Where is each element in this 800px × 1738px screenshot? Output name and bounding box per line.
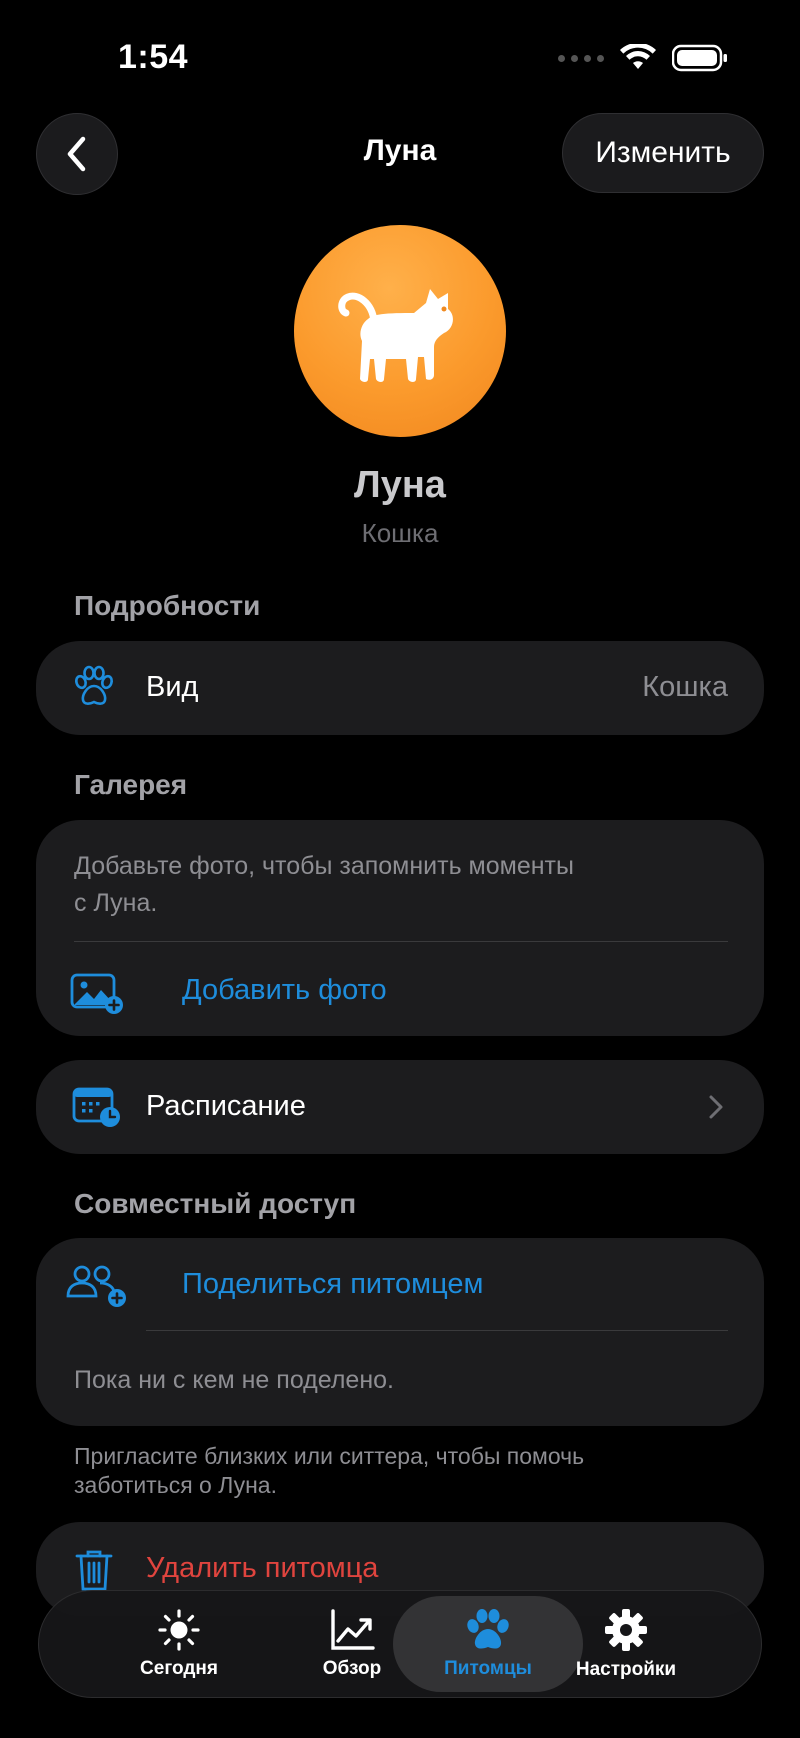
edit-button[interactable]: Изменить <box>562 113 764 193</box>
details-heading: Подробности <box>74 590 261 621</box>
delete-pet-label: Удалить питомца <box>146 1552 379 1584</box>
divider <box>146 1330 728 1331</box>
share-pet-label: Поделиться питомцем <box>182 1268 484 1300</box>
status-icons <box>558 44 728 72</box>
schedule-label: Расписание <box>146 1090 306 1122</box>
pet-avatar <box>294 225 506 437</box>
sharing-heading: Совместный доступ <box>74 1188 357 1219</box>
tab-label: Сегодня <box>140 1658 218 1679</box>
status-time: 1:54 <box>118 38 189 76</box>
species-label: Вид <box>146 671 199 703</box>
wifi-icon <box>620 44 656 69</box>
tab-bar: Сегодня Обзор Питомцы Настройки <box>38 1590 762 1698</box>
cat-icon <box>338 289 453 382</box>
species-value: Кошка <box>642 671 728 703</box>
pet-name: Луна <box>354 464 446 506</box>
add-photo-button[interactable]: Добавить фото <box>70 968 470 1018</box>
add-photo-icon <box>70 973 123 1014</box>
tab-label: Настройки <box>575 1659 677 1680</box>
sharing-card: Поделиться питомцем Пока ни с кем не под… <box>36 1238 764 1426</box>
tab-settings[interactable]: Настройки <box>526 1591 726 1697</box>
sun-icon <box>158 1609 200 1651</box>
tab-label: Обзор <box>322 1658 382 1679</box>
battery-icon <box>672 44 727 72</box>
tab-label: Питомцы <box>444 1658 532 1679</box>
pet-species-subtitle: Кошка <box>361 518 439 548</box>
sharing-empty-text: Пока ни с кем не поделено. <box>74 1366 394 1394</box>
share-people-icon <box>66 1265 126 1307</box>
paw-icon <box>74 665 114 705</box>
add-photo-label: Добавить фото <box>182 974 387 1006</box>
calendar-clock-icon <box>72 1087 120 1127</box>
trash-icon <box>75 1550 113 1591</box>
signal-icon <box>558 54 604 62</box>
gallery-heading: Галерея <box>74 769 188 800</box>
species-row: Вид Кошка <box>36 641 764 735</box>
tab-today[interactable]: Сегодня <box>94 1591 264 1697</box>
gear-icon <box>605 1609 647 1651</box>
paw-icon <box>467 1609 509 1649</box>
share-pet-button[interactable]: Поделиться питомцем <box>64 1258 524 1314</box>
gallery-hint: Добавьте фото, чтобы запомнить моменты с… <box>74 852 574 917</box>
chevron-right-icon <box>709 1095 723 1119</box>
sharing-note: Пригласите близких или ситтера, чтобы по… <box>74 1443 585 1498</box>
gallery-card: Добавьте фото, чтобы запомнить моменты с… <box>36 820 764 1036</box>
divider <box>74 941 728 942</box>
chart-icon <box>331 1609 375 1650</box>
schedule-row[interactable]: Расписание <box>36 1060 764 1154</box>
